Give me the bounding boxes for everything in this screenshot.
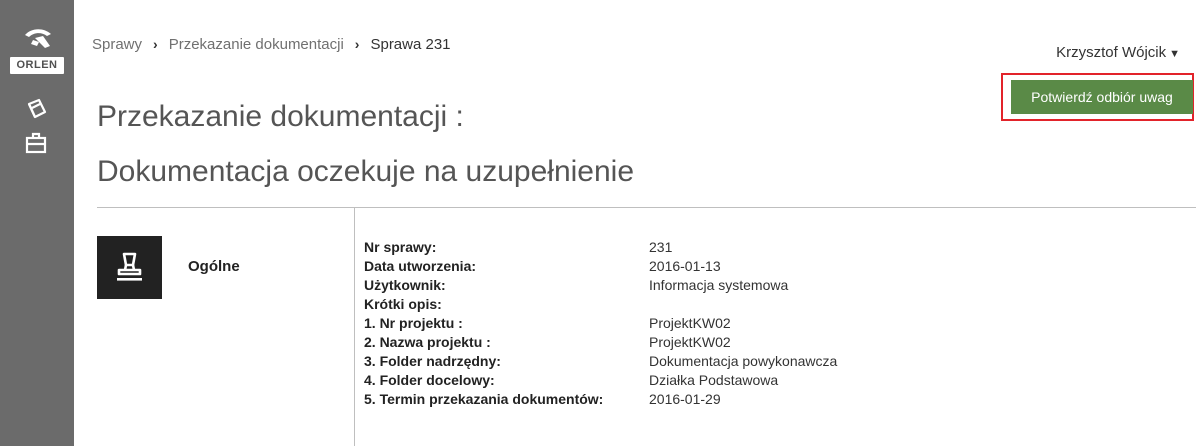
user-menu[interactable]: Krzysztof Wójcik ▼	[1056, 44, 1180, 61]
detail-value: Działka Podstawowa	[649, 372, 779, 388]
detail-label: 3. Folder nadrzędny:	[364, 353, 501, 369]
orlen-logo[interactable]: ORLEN	[0, 26, 74, 76]
briefcase-icon[interactable]	[23, 129, 51, 157]
detail-value: 2016-01-29	[649, 391, 721, 407]
chevron-right-icon: ›	[354, 36, 360, 52]
section-label-general[interactable]: Ogólne	[188, 258, 240, 275]
page-title: Przekazanie dokumentacji :	[97, 100, 464, 133]
divider-horizontal	[97, 207, 1196, 208]
user-name: Krzysztof Wójcik	[1056, 44, 1167, 61]
detail-label: 4. Folder docelowy:	[364, 372, 495, 388]
logo-text: ORLEN	[10, 57, 64, 74]
detail-value: 231	[649, 239, 673, 255]
sidebar: ORLEN	[0, 0, 74, 446]
divider-vertical	[354, 207, 355, 446]
detail-label: Data utworzenia:	[364, 258, 477, 274]
eagle-icon	[25, 29, 51, 48]
detail-value: Dokumentacja powykonawcza	[649, 353, 838, 369]
confirm-receipt-button[interactable]: Potwierdź odbiór uwag	[1011, 80, 1193, 114]
breadcrumb-item-sprawy[interactable]: Sprawy	[92, 36, 142, 53]
detail-value: ProjektKW02	[649, 334, 731, 350]
detail-label: Nr sprawy:	[364, 239, 437, 255]
chevron-down-icon: ▼	[1169, 48, 1180, 60]
breadcrumb: Sprawy › Przekazanie dokumentacji › Sprawa 2…	[92, 36, 451, 53]
detail-label: Krótki opis:	[364, 296, 442, 312]
confirm-button-highlight: Potwierdź odbiór uwag	[1001, 73, 1194, 121]
chevron-right-icon: ›	[153, 36, 158, 52]
detail-label: 2. Nazwa projektu :	[364, 334, 491, 350]
detail-label: Użytkownik:	[364, 277, 446, 293]
detail-label: 1. Nr projektu :	[364, 315, 463, 331]
breadcrumb-item-current: Sprawa 231	[370, 36, 451, 53]
detail-label: 5. Termin przekazania dokumentów:	[364, 391, 604, 407]
stamp-icon[interactable]	[97, 236, 162, 299]
page-subtitle: Dokumentacja oczekuje na uzupełnienie	[97, 155, 635, 188]
documents-icon[interactable]	[23, 96, 51, 124]
detail-value: ProjektKW02	[649, 315, 731, 331]
detail-value: Informacja systemowa	[649, 277, 789, 293]
detail-value: 2016-01-13	[649, 258, 721, 274]
breadcrumb-item-przekazanie[interactable]: Przekazanie dokumentacji	[169, 36, 344, 53]
